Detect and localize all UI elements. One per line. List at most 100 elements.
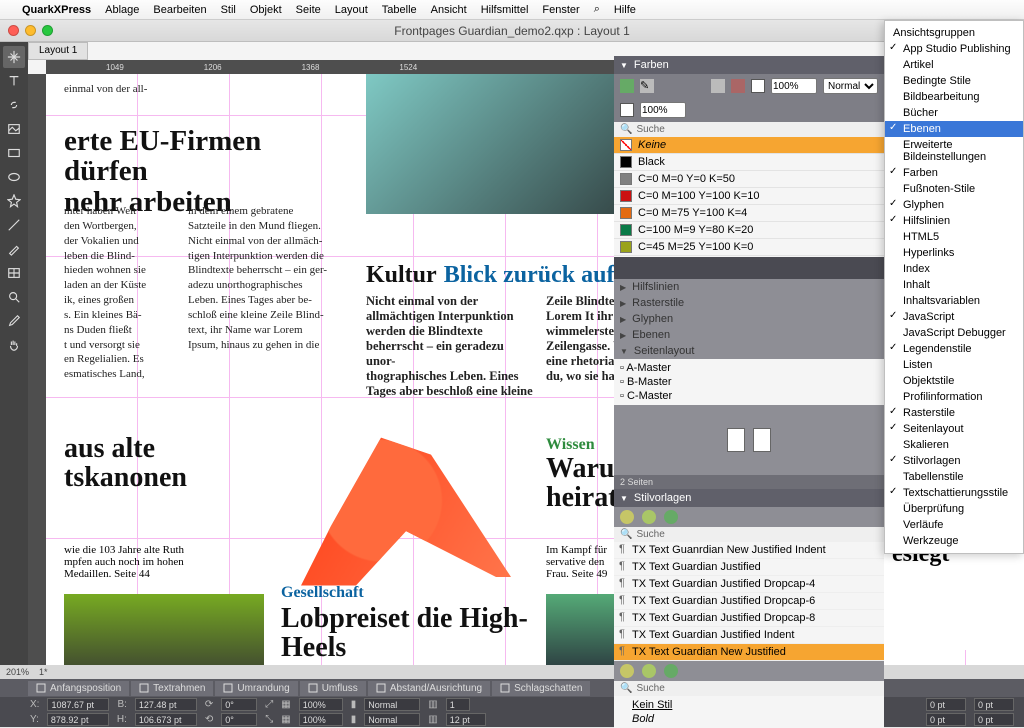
table-tool[interactable]	[3, 262, 25, 284]
viewgroup-item[interactable]: Inhalt	[885, 277, 1023, 293]
page-indicator[interactable]: 1*	[39, 667, 48, 677]
layout-tab[interactable]: Layout 1	[28, 42, 88, 60]
viewgroup-item[interactable]: Fußnoten-Stile	[885, 181, 1023, 197]
fill-mode-icon[interactable]	[711, 79, 725, 93]
paragraph-style-list[interactable]: TX Text Guanrdian New Justified IndentTX…	[614, 542, 884, 661]
viewgroup-item[interactable]: Listen	[885, 357, 1023, 373]
colors-panel-header[interactable]: Farben	[614, 56, 884, 74]
styles-panel-header[interactable]: Stilvorlagen	[614, 489, 884, 507]
star-tool[interactable]	[3, 190, 25, 212]
viewgroup-item[interactable]: Farben	[885, 165, 1023, 181]
viewgroup-item[interactable]: Bücher	[885, 105, 1023, 121]
subpanel-glyphen[interactable]: Glyphen	[614, 311, 884, 327]
gradient-bar[interactable]	[614, 257, 884, 279]
master-C-Master[interactable]: ▫ C-Master	[620, 389, 878, 403]
viewgroup-item[interactable]: Erweiterte Bildeinstellungen	[885, 137, 1023, 165]
image-tool[interactable]	[3, 118, 25, 140]
style-icon-c[interactable]	[664, 664, 678, 678]
viewgroup-item[interactable]: Profilinformation	[885, 389, 1023, 405]
color-row[interactable]: Keine	[614, 137, 884, 154]
app-name[interactable]: QuarkXPress	[22, 4, 91, 16]
colors-panel-toolbar-2[interactable]	[614, 98, 884, 122]
viewgroup-item[interactable]: Artikel	[885, 57, 1023, 73]
page-thumb-2[interactable]	[753, 428, 771, 452]
viewgroup-item[interactable]: Stilvorlagen	[885, 453, 1023, 469]
styles-panel-buttons[interactable]	[614, 507, 884, 527]
meas-tab[interactable]: Anfangsposition	[28, 681, 129, 696]
character-style-list[interactable]: Kein Stil Bold	[614, 696, 884, 728]
opacity-2-input[interactable]	[640, 102, 686, 118]
paragraph-style[interactable]: TX Text Guardian Justified	[614, 559, 884, 576]
paragraph-style[interactable]: TX Text Guardian Justified Indent	[614, 627, 884, 644]
w-input[interactable]	[135, 698, 197, 711]
off1-input[interactable]	[926, 698, 966, 711]
subpanel-seitenlayout[interactable]: Seitenlayout	[614, 343, 884, 359]
style-icon-a[interactable]	[620, 664, 634, 678]
color-row[interactable]: C=0 M=75 Y=100 K=4	[614, 205, 884, 222]
color-row[interactable]: C=100 M=9 Y=80 K=20	[614, 222, 884, 239]
colors-panel-toolbar-1[interactable]: ✎ Normal	[614, 74, 884, 98]
viewgroup-item[interactable]: App Studio Publishing	[885, 41, 1023, 57]
menu-objekt[interactable]: Objekt	[250, 4, 282, 16]
eyedropper-tool[interactable]	[3, 310, 25, 332]
viewgroup-item[interactable]: Seitenlayout	[885, 421, 1023, 437]
char-style-none[interactable]: Kein Stil	[620, 698, 878, 712]
menu-tabelle[interactable]: Tabelle	[382, 4, 417, 16]
viewgroup-item[interactable]: Objektstile	[885, 373, 1023, 389]
color-list[interactable]: KeineBlackC=0 M=0 Y=0 K=50C=0 M=100 Y=10…	[614, 137, 884, 257]
viewgroup-item[interactable]: Bedingte Stile	[885, 73, 1023, 89]
paragraph-style[interactable]: TX Text Guardian New Justified	[614, 644, 884, 661]
viewgroup-item[interactable]: Verläufe	[885, 517, 1023, 533]
y-input[interactable]	[47, 713, 109, 726]
blend-mode-select[interactable]: Normal	[823, 78, 878, 94]
off1b-input[interactable]	[974, 698, 1014, 711]
oval-tool[interactable]	[3, 166, 25, 188]
line-tool[interactable]	[3, 214, 25, 236]
rot-input[interactable]	[221, 698, 257, 711]
minimize-icon[interactable]	[25, 25, 36, 36]
frame-mode-icon[interactable]	[731, 79, 745, 93]
zoom-value[interactable]: 201%	[6, 667, 29, 677]
off2-input[interactable]	[926, 713, 966, 726]
master-A-Master[interactable]: ▫ A-Master	[620, 361, 878, 375]
pages-thumbnails[interactable]	[614, 405, 884, 475]
meas-tab[interactable]: Umfluss	[300, 681, 366, 696]
viewgroup-item[interactable]: Skalieren	[885, 437, 1023, 453]
subpanel-ebenen[interactable]: Ebenen	[614, 327, 884, 343]
color-row[interactable]: C=0 M=100 Y=100 K=10	[614, 188, 884, 205]
rect-tool[interactable]	[3, 142, 25, 164]
styles-search[interactable]: Suche	[614, 527, 884, 542]
edit-color-icon[interactable]: ✎	[640, 79, 654, 93]
move-tool[interactable]	[3, 46, 25, 68]
meas-tab[interactable]: Schlagschatten	[492, 681, 590, 696]
paragraph-style[interactable]: TX Text Guardian Justified Dropcap-4	[614, 576, 884, 593]
text-tool[interactable]	[3, 70, 25, 92]
menu-ansicht[interactable]: Ansicht	[431, 4, 467, 16]
viewgroups-title[interactable]: Ansichtsgruppen	[885, 25, 1023, 41]
color-row[interactable]: Black	[614, 154, 884, 171]
spotlight-icon[interactable]: ⌕	[594, 3, 600, 16]
gutter-input[interactable]	[446, 713, 486, 726]
style-dup-icon[interactable]	[642, 510, 656, 524]
char-styles-search[interactable]: Suche	[614, 681, 884, 696]
zoom-icon[interactable]	[42, 25, 53, 36]
viewgroup-item[interactable]: Werkzeuge	[885, 533, 1023, 549]
menu-stil[interactable]: Stil	[221, 4, 236, 16]
pen-tool[interactable]	[3, 238, 25, 260]
viewgroup-item[interactable]: Index	[885, 261, 1023, 277]
viewgroups-menu[interactable]: Ansichtsgruppen App Studio PublishingArt…	[884, 20, 1024, 554]
viewgroup-item[interactable]: JavaScript Debugger	[885, 325, 1023, 341]
colors-search[interactable]: Suche	[614, 122, 884, 137]
scale-input[interactable]	[299, 698, 343, 711]
none-icon-2[interactable]	[620, 103, 634, 117]
subpanel-rasterstile[interactable]: Rasterstile	[614, 295, 884, 311]
menu-layout[interactable]: Layout	[335, 4, 368, 16]
styles-panel-buttons-2[interactable]	[614, 661, 884, 681]
menu-ablage[interactable]: Ablage	[105, 4, 139, 16]
opacity-1-input[interactable]	[771, 78, 817, 94]
viewgroup-item[interactable]: Überprüfung	[885, 501, 1023, 517]
h-input[interactable]	[135, 713, 197, 726]
master-B-Master[interactable]: ▫ B-Master	[620, 375, 878, 389]
viewgroup-item[interactable]: Ebenen	[885, 121, 1023, 137]
color-row[interactable]: C=0 M=0 Y=0 K=50	[614, 171, 884, 188]
